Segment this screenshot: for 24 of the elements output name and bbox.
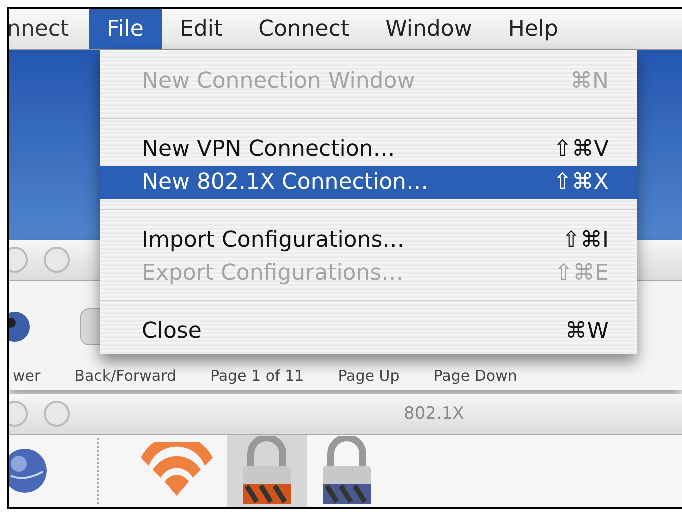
menu-item[interactable]: Close ⌘W [100,315,637,348]
shortcut-label: ⌘W [565,319,609,344]
menu-bar-item[interactable]: File [89,9,162,49]
shortcut-label: ⇧⌘I [562,228,609,253]
toolbar-label[interactable]: Page Up [338,367,400,385]
shortcut-label: ⇧⌘E [554,261,609,286]
globe-icon [9,446,47,496]
shortcut-label: ⇧⌘X [553,170,609,195]
window-title: 802.1X [404,404,464,424]
menu-item[interactable]: New 802.1X Connection… ⇧⌘X [100,166,637,199]
toolbar-button[interactable] [227,435,307,507]
toolbar-label[interactable]: wer [13,367,41,385]
toolbar-label[interactable]: Page Down [434,367,518,385]
menu-item[interactable]: New VPN Connection… ⇧⌘V [100,133,637,166]
shortcut-label: ⇧⌘V [554,137,609,162]
toolbar-label[interactable]: Back/Forward [74,367,176,385]
menu-bar-item[interactable]: Edit [162,9,241,49]
toolbar-label[interactable]: Page 1 of 11 [210,367,304,385]
menu-bar-item[interactable]: Window [368,9,490,49]
menu-bar-item[interactable]: nnect [9,9,90,49]
menu-item[interactable]: Import Configurations… ⇧⌘I [100,224,637,257]
menu-bar-item[interactable]: Connect [240,9,368,49]
menu-bar-item[interactable]: Help [490,9,576,49]
shortcut-label: ⌘N [570,68,609,94]
